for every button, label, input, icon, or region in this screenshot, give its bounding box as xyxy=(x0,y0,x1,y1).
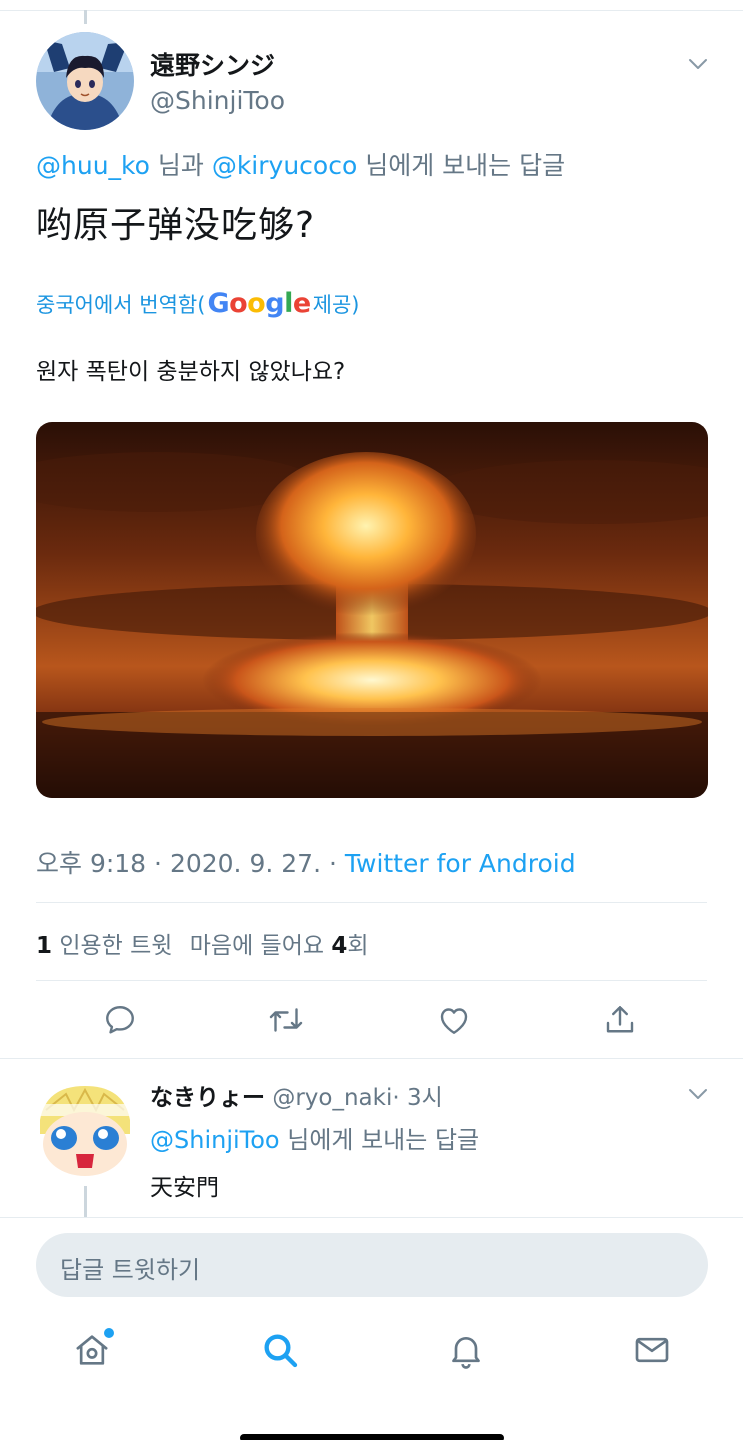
author-handle[interactable]: @ShinjiToo xyxy=(150,86,285,115)
quote-label: 인용한 트윗 xyxy=(52,933,173,959)
divider xyxy=(0,1217,743,1218)
like-button[interactable] xyxy=(434,1000,474,1044)
mention-link[interactable]: @ShinjiToo xyxy=(150,1126,280,1154)
divider xyxy=(36,902,707,903)
tweet-text: 哟原子弹没吃够? xyxy=(36,205,316,246)
reply-reply-to-line: @ShinjiToo 님에게 보내는 답글 xyxy=(150,1126,480,1154)
nav-search[interactable] xyxy=(256,1328,304,1376)
reply-to-connector: 님과 xyxy=(149,151,212,180)
share-icon xyxy=(602,1002,638,1042)
home-indicator xyxy=(240,1434,504,1440)
google-logo: Google xyxy=(207,288,311,319)
thread-connector-bottom xyxy=(84,1186,87,1218)
compose-placeholder: 답글 트윗하기 xyxy=(60,1256,201,1284)
mention-link[interactable]: @kiryucoco xyxy=(212,151,357,180)
quote-tweets-link[interactable]: 1 인용한 트윗 xyxy=(36,933,182,959)
tweet-date: 2020. 9. 27. xyxy=(169,849,322,878)
retweet-button[interactable] xyxy=(266,1000,306,1044)
quote-count: 1 xyxy=(36,933,53,959)
thread-connector-top xyxy=(84,10,87,24)
reply-compose-input[interactable]: 답글 트윗하기 xyxy=(36,1233,708,1297)
nav-messages[interactable] xyxy=(628,1328,676,1376)
tweet-client-link[interactable]: Twitter for Android xyxy=(345,849,576,878)
tweet-actions xyxy=(0,1000,743,1044)
bell-icon xyxy=(446,1330,486,1374)
reply-to-line: @huu_ko 님과 @kiryucoco 님에게 보내는 답글 xyxy=(36,146,565,182)
chevron-down-icon[interactable] xyxy=(686,52,710,76)
likes-link[interactable]: 마음에 들어요 4회 xyxy=(190,933,369,959)
nav-notifications[interactable] xyxy=(442,1328,490,1376)
top-divider xyxy=(0,10,743,11)
reply-author-avatar[interactable] xyxy=(36,1080,134,1178)
author-avatar[interactable] xyxy=(36,32,134,130)
tweet-time: 오후 9:18 xyxy=(36,849,147,878)
nav-home[interactable] xyxy=(68,1328,116,1376)
like-label: 마음에 들어요 xyxy=(189,933,332,959)
like-suffix: 회 xyxy=(347,933,369,959)
translation-suffix: 제공) xyxy=(312,292,360,317)
mail-icon xyxy=(632,1330,672,1374)
reply-text: 天安門 xyxy=(150,1175,219,1201)
translation-prefix: 중국어에서 번역함( xyxy=(36,292,206,317)
like-count: 4 xyxy=(331,933,348,959)
reply-author-handle[interactable]: @ryo_naki xyxy=(272,1085,392,1111)
heart-icon xyxy=(436,1002,472,1042)
reply-time: 3시 xyxy=(406,1085,443,1111)
search-icon xyxy=(260,1330,300,1374)
chevron-down-icon[interactable] xyxy=(686,1082,710,1106)
retweet-icon xyxy=(266,1002,306,1042)
divider xyxy=(0,1058,743,1059)
share-button[interactable] xyxy=(600,1000,640,1044)
reply-to-suffix: 님에게 보내는 답글 xyxy=(357,151,566,180)
bottom-nav xyxy=(0,1320,743,1390)
author-name[interactable]: 遠野シンジ xyxy=(150,46,275,82)
mention-link[interactable]: @huu_ko xyxy=(36,151,150,180)
reply-header: なきりょー @ryo_naki· 3시 xyxy=(150,1085,443,1111)
tweet-meta: 오후 9:18 · 2020. 9. 27. · Twitter for And… xyxy=(36,849,576,878)
comment-icon xyxy=(102,1002,138,1042)
tweet-stats: 1 인용한 트윗 마음에 들어요 4회 xyxy=(36,926,369,960)
notification-dot xyxy=(104,1328,114,1338)
translation-attribution[interactable]: 중국어에서 번역함( Google 제공) xyxy=(36,288,359,319)
reply-button[interactable] xyxy=(100,1000,140,1044)
reply-author-name[interactable]: なきりょー xyxy=(150,1085,265,1111)
tweet-media-image[interactable] xyxy=(36,422,708,798)
divider xyxy=(36,980,707,981)
translated-text: 원자 폭탄이 충분하지 않았나요? xyxy=(36,359,346,385)
